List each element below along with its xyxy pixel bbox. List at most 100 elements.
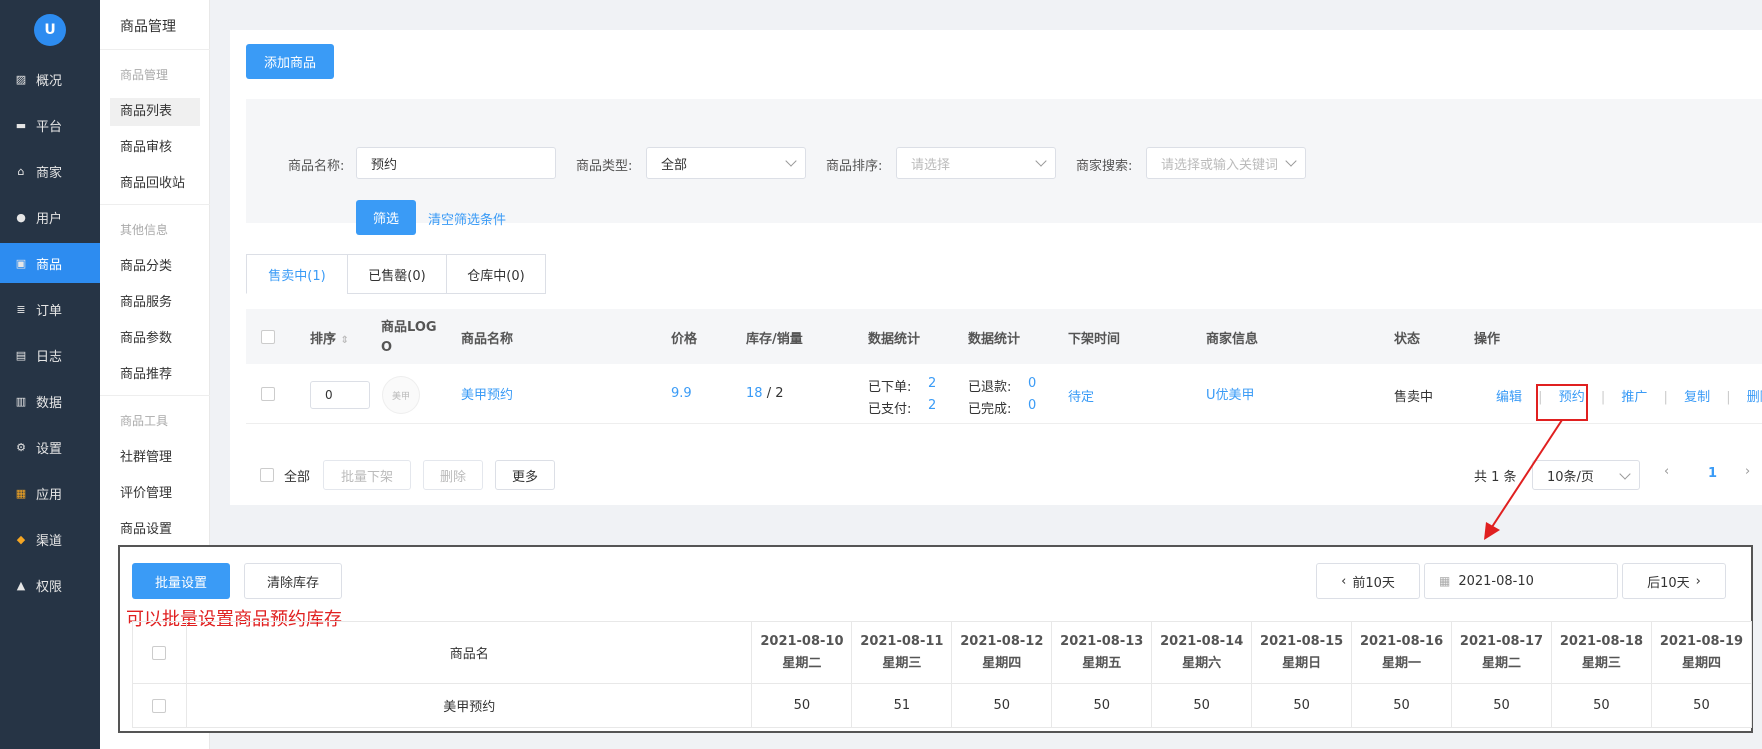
copy-action[interactable]: 复制 xyxy=(1684,390,1710,405)
offline-time[interactable]: 待定 xyxy=(1068,386,1094,405)
bulk-delete-button[interactable]: 删除 xyxy=(423,460,483,490)
stock-cell[interactable]: 50 xyxy=(1550,683,1652,728)
bulk-all-label: 全部 xyxy=(284,470,311,485)
nav-label: 概况 xyxy=(36,73,63,89)
next-page-icon[interactable]: › xyxy=(1745,464,1750,479)
edit-action[interactable]: 编辑 xyxy=(1496,390,1522,405)
date-label: 2021-08-15 xyxy=(1260,633,1344,649)
date-column-header: 2021-08-11 星期三 xyxy=(851,621,953,684)
col-logo: 商品LOGO xyxy=(381,320,437,355)
apps-icon: ▦ xyxy=(15,486,27,500)
nav-item-log[interactable]: ▤ 日志 xyxy=(0,335,100,375)
stock-cell[interactable]: 50 xyxy=(1151,683,1253,728)
nav-item-channel[interactable]: ◆ 渠道 xyxy=(0,519,100,559)
bulk-select-all-checkbox[interactable] xyxy=(260,468,274,482)
nav-item-data[interactable]: ▥ 数据 xyxy=(0,381,100,421)
chart-icon: ▨ xyxy=(15,72,27,86)
date-column-header: 2021-08-17 星期二 xyxy=(1451,621,1552,684)
submenu-item-product-settings[interactable]: 商品设置 xyxy=(110,516,200,544)
col-stats-2: 数据统计 xyxy=(968,332,1021,347)
nav-item-order[interactable]: ≣ 订单 xyxy=(0,289,100,329)
table-row: 美甲预约 50 51 50 50 50 50 50 50 50 50 xyxy=(132,683,1753,728)
col-label: 排序 xyxy=(310,332,337,347)
delete-action[interactable]: 删除 xyxy=(1747,390,1762,405)
stock-cell[interactable]: 50 xyxy=(1051,683,1153,728)
submenu-item-recommend[interactable]: 商品推荐 xyxy=(110,361,200,389)
tab-sold-out[interactable]: 已售罄(0) xyxy=(347,254,447,294)
merchant-search-select[interactable]: 请选择或输入关键词 xyxy=(1146,147,1306,179)
prev-page-icon[interactable]: ‹ xyxy=(1664,464,1669,479)
merchant-link[interactable]: U优美甲 xyxy=(1206,384,1255,403)
sort-caret-icon: ⇕ xyxy=(340,335,349,346)
reservation-stock-panel: 批量设置 清除库存 可以批量设置商品预约库存 ‹ 前10天 ▦ 2021-08-10… xyxy=(118,545,1753,733)
nav-item-user[interactable]: ● 用户 xyxy=(0,197,100,237)
filter-button[interactable]: 筛选 xyxy=(356,200,416,235)
product-type-select[interactable]: 全部 xyxy=(646,147,806,179)
clear-stock-button[interactable]: 清除库存 xyxy=(244,563,342,599)
table-header: 排序 ⇕ 商品LOGO 商品名称 价格 库存/销量 数据统计 数据统计 下架时间… xyxy=(246,309,1762,364)
product-status-tabs: 售卖中(1) 已售罄(0) 仓库中(0) xyxy=(246,254,546,294)
prev-10-days-button[interactable]: ‹ 前10天 xyxy=(1316,563,1420,599)
submenu-item-product-list[interactable]: 商品列表 xyxy=(110,98,200,126)
nav-item-apps[interactable]: ▦ 应用 xyxy=(0,473,100,513)
bulk-offline-button[interactable]: 批量下架 xyxy=(323,460,411,490)
paid-count[interactable]: 2 xyxy=(928,398,936,413)
product-name-input[interactable]: 预约 xyxy=(356,147,556,179)
refunded-count[interactable]: 0 xyxy=(1028,376,1036,391)
product-name-link[interactable]: 美甲预约 xyxy=(461,384,513,403)
nav-item-merchant[interactable]: ⌂ 商家 xyxy=(0,151,100,191)
date-column-header: 2021-08-13 星期五 xyxy=(1051,621,1153,684)
store-icon: ⌂ xyxy=(17,164,25,178)
submenu-item-community[interactable]: 社群管理 xyxy=(110,444,200,472)
stock-cell[interactable]: 50 xyxy=(1251,683,1353,728)
completed-count[interactable]: 0 xyxy=(1028,398,1036,413)
paid-label: 已支付: xyxy=(868,402,912,417)
row-checkbox[interactable] xyxy=(261,387,275,401)
stock-cell[interactable]: 50 xyxy=(1351,683,1453,728)
nav-item-permission[interactable]: ▲ 权限 xyxy=(0,565,100,605)
submenu-item-recycle-bin[interactable]: 商品回收站 xyxy=(110,170,200,198)
submenu-item-service[interactable]: 商品服务 xyxy=(110,289,200,317)
date-picker-input[interactable]: ▦ 2021-08-10 xyxy=(1424,563,1618,599)
divider xyxy=(100,204,210,205)
select-all-checkbox[interactable] xyxy=(261,330,275,344)
tab-in-stock[interactable]: 仓库中(0) xyxy=(446,254,546,294)
nav-item-overview[interactable]: ▨ 概况 xyxy=(0,59,100,99)
stock-cell[interactable]: 51 xyxy=(851,683,953,728)
tab-on-sale[interactable]: 售卖中(1) xyxy=(246,254,348,294)
nav-item-platform[interactable]: ▬ 平台 xyxy=(0,105,100,145)
row-checkbox[interactable] xyxy=(152,698,167,713)
stock-cell[interactable]: 50 xyxy=(751,683,853,728)
product-sort-select[interactable]: 请选择 xyxy=(896,147,1056,179)
batch-set-button[interactable]: 批量设置 xyxy=(132,563,230,599)
submenu-item-product-review[interactable]: 商品审核 xyxy=(110,134,200,162)
col-product-name: 商品名 xyxy=(185,621,753,684)
date-value: 2021-08-10 xyxy=(1458,573,1534,589)
page-number-current[interactable]: 1 xyxy=(1708,466,1717,481)
submenu-item-params[interactable]: 商品参数 xyxy=(110,325,200,353)
stock-cell[interactable]: 50 xyxy=(951,683,1053,728)
add-product-button[interactable]: 添加商品 xyxy=(246,44,334,79)
nav-item-product[interactable]: ▣ 商品 xyxy=(0,243,100,283)
stock-cell[interactable]: 50 xyxy=(1451,683,1552,728)
chevron-right-icon: › xyxy=(1695,573,1701,589)
promote-action[interactable]: 推广 xyxy=(1621,390,1647,405)
clear-filter-link[interactable]: 清空筛选条件 xyxy=(428,209,506,228)
submenu-item-reviews[interactable]: 评价管理 xyxy=(110,480,200,508)
sort-order-input[interactable]: 0 xyxy=(310,381,370,409)
ordered-count[interactable]: 2 xyxy=(928,376,936,391)
submenu-item-category[interactable]: 商品分类 xyxy=(110,253,200,281)
user-icon: ● xyxy=(16,210,26,224)
app-logo[interactable]: U xyxy=(34,14,66,46)
next-10-days-button[interactable]: 后10天 › xyxy=(1622,563,1726,599)
stock-link[interactable]: 18 xyxy=(746,386,763,401)
weekday-label: 星期六 xyxy=(1182,655,1222,671)
stock-cell[interactable]: 50 xyxy=(1650,683,1753,728)
col-sort[interactable]: 排序 ⇕ xyxy=(310,328,349,347)
weekday-label: 星期四 xyxy=(1681,655,1721,671)
more-button[interactable]: 更多 xyxy=(495,460,555,490)
nav-item-settings[interactable]: ⚙ 设置 xyxy=(0,427,100,467)
row-checkbox-cell xyxy=(132,683,187,728)
select-all-checkbox[interactable] xyxy=(152,645,167,660)
filter-panel: 商品名称: 预约 商品类型: 全部 商品排序: 请选择 商家搜索: 请选择或输入… xyxy=(246,99,1762,235)
